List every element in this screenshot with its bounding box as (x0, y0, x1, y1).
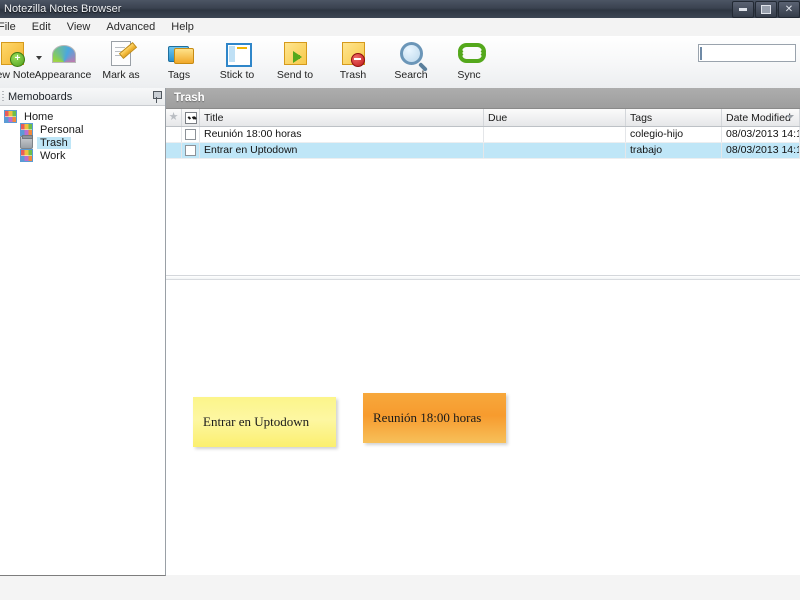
send-to-icon (281, 39, 309, 67)
menu-item-view[interactable]: View (59, 19, 99, 35)
maximize-icon (761, 5, 771, 14)
row-title: Reunión 18:00 horas (200, 127, 484, 142)
page-title: Trash (174, 92, 205, 104)
close-button[interactable]: ✕ (778, 1, 800, 18)
maximize-button[interactable] (755, 1, 777, 18)
sort-descending-icon (786, 115, 794, 119)
toolbar-button-trash[interactable]: Trash (324, 36, 382, 89)
column-header-date-modified-label: Date Modified (726, 111, 791, 124)
sidebar-header: Memoboards (0, 88, 165, 106)
close-icon: ✕ (784, 3, 794, 15)
toolbar-button-appearance[interactable]: Appearance (34, 36, 92, 89)
sticky-note[interactable]: Reunión 18:00 horas (363, 393, 506, 443)
table-empty-space (166, 159, 800, 291)
toolbar: + New Note Appearance Mark as Tags (0, 36, 800, 89)
column-header-checkbox[interactable] (182, 109, 200, 126)
column-header-date-modified[interactable]: Date Modified (722, 109, 800, 126)
checkbox-checked-icon[interactable] (184, 111, 197, 124)
toolbar-label-trash: Trash (339, 69, 367, 81)
minimize-icon (739, 8, 747, 11)
notes-table: ★ Title Due Tags Date Modified Reunión 1… (166, 109, 800, 291)
sidebar-item-label: Personal (40, 123, 84, 136)
toolbar-button-search[interactable]: Search (382, 36, 440, 89)
memoboards-sidebar: Memoboards Home Personal Trash Work (0, 88, 166, 576)
sticky-note-text: Reunión 18:00 horas (373, 410, 482, 425)
table-header-row: ★ Title Due Tags Date Modified (166, 109, 800, 127)
window-controls: ✕ (732, 1, 800, 18)
star-icon: ★ (168, 111, 179, 123)
column-header-title[interactable]: Title (200, 109, 484, 126)
search-input[interactable] (702, 46, 800, 60)
toolbar-button-send-to[interactable]: Send to (266, 36, 324, 89)
sidebar-item-work[interactable]: Work (2, 149, 165, 162)
sidebar-item-label: Home (24, 110, 54, 123)
checkbox-unchecked-icon[interactable] (185, 145, 196, 156)
sidebar-item-label: Work (40, 149, 66, 162)
row-tags: colegio-hijo (626, 127, 722, 142)
column-header-due[interactable]: Due (484, 109, 626, 126)
sticky-note-text: Entrar en Uptodown (203, 414, 310, 429)
notes-preview-pane: Entrar en Uptodown Reunión 18:00 horas (166, 279, 800, 575)
column-header-star[interactable]: ★ (166, 109, 182, 126)
row-date-modified: 08/03/2013 14:14: (722, 127, 800, 142)
toolbar-search-box[interactable] (698, 44, 800, 62)
toolbar-label-send-to: Send to (276, 69, 314, 81)
toolbar-button-tags[interactable]: Tags (150, 36, 208, 89)
menu-item-edit[interactable]: Edit (24, 19, 59, 35)
sidebar-grip (2, 91, 4, 102)
toolbar-label-mark-as: Mark as (102, 69, 140, 81)
row-due (484, 143, 626, 158)
new-note-icon: + (0, 39, 26, 67)
menu-item-advanced[interactable]: Advanced (98, 19, 163, 35)
toolbar-label-search: Search (394, 69, 428, 81)
toolbar-button-stick-to[interactable]: Stick to (208, 36, 266, 89)
content-area: Trash ★ Title Due Tags Date Modified Reu… (166, 88, 800, 575)
menu-bar: File Edit View Advanced Help (0, 18, 800, 37)
row-title: Entrar en Uptodown (200, 143, 484, 158)
search-icon (397, 39, 425, 67)
toolbar-label-stick-to: Stick to (219, 69, 255, 81)
toolbar-button-new-note[interactable]: + New Note (0, 36, 42, 89)
menu-item-help[interactable]: Help (163, 19, 202, 35)
row-checkbox-cell[interactable] (182, 127, 200, 142)
row-star-cell[interactable] (166, 127, 182, 142)
sidebar-item-label: Trash (37, 136, 71, 149)
trash-icon (339, 39, 367, 67)
minimize-button[interactable] (732, 1, 754, 18)
toolbar-label-new-note: New Note (0, 69, 36, 81)
appearance-icon (49, 39, 77, 67)
mark-as-icon (107, 39, 138, 67)
checkbox-unchecked-icon[interactable] (185, 129, 196, 140)
memoboard-icon (4, 110, 17, 123)
toolbar-label-appearance: Appearance (34, 69, 92, 81)
menu-item-file[interactable]: File (0, 19, 24, 35)
breadcrumb: Trash (166, 88, 800, 109)
toolbar-button-sync[interactable]: Sync (440, 36, 498, 89)
toolbar-label-sync: Sync (457, 69, 481, 81)
trash-can-icon (20, 135, 33, 149)
row-checkbox-cell[interactable] (182, 143, 200, 158)
memoboard-icon (20, 149, 33, 162)
row-due (484, 127, 626, 142)
application-window: Notezilla Notes Browser ✕ File Edit View… (0, 0, 800, 600)
memoboards-tree: Home Personal Trash Work (0, 106, 165, 162)
row-tags: trabajo (626, 143, 722, 158)
window-title: Notezilla Notes Browser (4, 3, 122, 15)
toolbar-button-mark-as[interactable]: Mark as (92, 36, 150, 89)
table-row[interactable]: Reunión 18:00 horas colegio-hijo 08/03/2… (166, 127, 800, 143)
row-date-modified: 08/03/2013 14:10: (722, 143, 800, 158)
sticky-note[interactable]: Entrar en Uptodown (193, 397, 336, 447)
row-star-cell[interactable] (166, 143, 182, 158)
sidebar-item-home[interactable]: Home (2, 110, 165, 123)
table-row[interactable]: Entrar en Uptodown trabajo 08/03/2013 14… (166, 143, 800, 159)
stick-to-icon (223, 39, 252, 67)
tags-icon (165, 39, 194, 67)
sidebar-item-trash[interactable]: Trash (2, 135, 165, 149)
pushpin-icon[interactable] (151, 90, 162, 103)
sync-icon (455, 39, 486, 67)
sidebar-title: Memoboards (8, 90, 73, 103)
column-header-tags[interactable]: Tags (626, 109, 722, 126)
toolbar-label-tags: Tags (167, 69, 191, 81)
title-bar: Notezilla Notes Browser ✕ (0, 0, 800, 19)
